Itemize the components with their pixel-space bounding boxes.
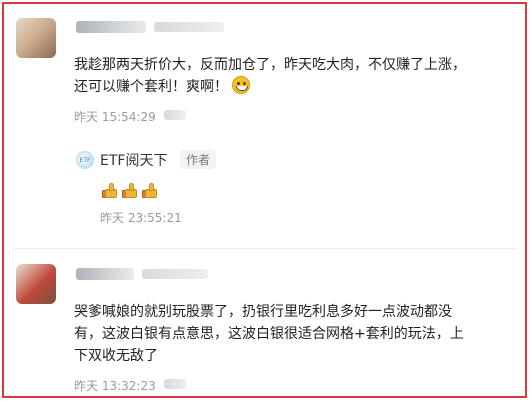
thumbs-up-icon (122, 182, 140, 200)
user-avatar[interactable] (16, 264, 56, 304)
grin-emoji-icon (232, 76, 250, 94)
user-avatar[interactable] (16, 18, 56, 58)
etf-logo-icon[interactable]: ETF (76, 151, 94, 169)
blurred-meta (154, 22, 224, 32)
reply-time: 昨天 23:55:21 (100, 211, 182, 225)
blurred-username[interactable] (76, 268, 134, 280)
comment-text: 哭爹喊娘的就别玩股票了，扔银行里吃利息多好一点波动都没 有，这波白银有点意思，这… (74, 301, 464, 367)
comment-divider (14, 248, 517, 249)
comment-line: 有，这波白银有点意思，这波白银很适合网格+套利的玩法，上 (74, 326, 464, 342)
comment-line: 下双收无敌了 (74, 348, 158, 364)
thumbs-up-icon (142, 182, 160, 200)
comment-time: 昨天 15:54:29 (74, 110, 156, 124)
blurred-meta (142, 269, 208, 279)
blurred-meta (164, 379, 186, 389)
comment-line: 我趁那两天折价大，反而加仓了，昨天吃大肉，不仅赚了上涨， (74, 57, 466, 73)
comment-line: 哭爹喊娘的就别玩股票了，扔银行里吃利息多好一点波动都没 (74, 304, 452, 320)
author-badge: 作者 (180, 150, 217, 169)
comment-time: 昨天 13:32:23 (74, 379, 156, 393)
comment-panel: 我趁那两天折价大，反而加仓了，昨天吃大肉，不仅赚了上涨， 还可以赚个套利！爽啊！… (2, 2, 527, 398)
reply-author-name[interactable]: ETF阅天下 (100, 150, 167, 170)
thumbs-up-icon (102, 182, 120, 200)
comment-line: 还可以赚个套利！爽啊！ (74, 79, 228, 95)
reply-emoji-row (102, 182, 160, 200)
blurred-meta (164, 110, 186, 120)
blurred-username[interactable] (76, 21, 146, 33)
comment-text: 我趁那两天折价大，反而加仓了，昨天吃大肉，不仅赚了上涨， 还可以赚个套利！爽啊！ (74, 54, 466, 98)
